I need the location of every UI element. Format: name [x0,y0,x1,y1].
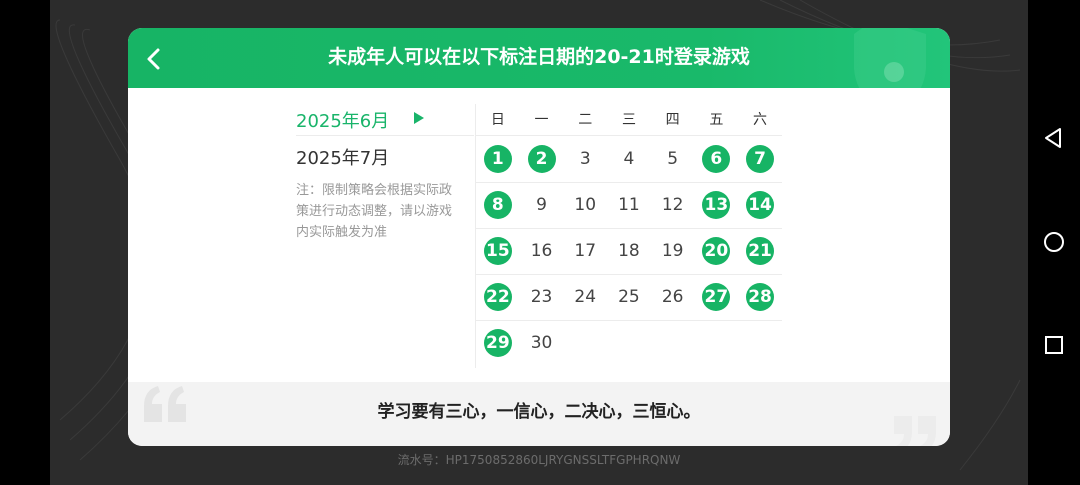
triangle-back-icon [1045,128,1061,148]
calendar-day: 9 [536,195,547,215]
calendar-day-allowed: 28 [746,283,775,311]
calendar-day-allowed: 27 [702,283,731,311]
calendar-day: 10 [574,195,597,215]
calendar-day-allowed: 6 [702,145,731,173]
calendar-day-allowed: 22 [483,283,512,311]
dialog-title: 未成年人可以在以下标注日期的20-21时登录游戏 [328,46,750,68]
calendar-day-allowed: 20 [702,237,731,265]
system-navigation-bar [1028,0,1080,485]
current-month-label: 2025年6月 [296,111,390,132]
left-screen-edge [0,0,50,485]
calendar-day-allowed: 1 [483,145,512,173]
calendar-day-allowed: 8 [483,191,512,219]
calendar-day-allowed: 2 [527,145,556,173]
calendar-day: 17 [574,241,597,261]
calendar-row-divider [476,182,782,183]
month-selector-current[interactable]: 2025年6月 [296,102,474,136]
calendar-day: 24 [574,287,597,307]
calendar-day-allowed: 14 [746,191,775,219]
quote-bar: 学习要有三心，一信心，二决心，三恒心。 [128,382,950,446]
weekday-label: 五 [709,112,724,128]
nav-back-button[interactable] [1040,124,1068,152]
calendar-day-allowed: 15 [483,237,512,265]
calendar-day: 11 [618,195,640,215]
calendar-day-allowed: 21 [746,237,775,265]
circle-home-icon [1044,232,1064,252]
calendar-days-grid: 1 2 3 4 5 6 7 8 9 10 11 12 13 14 15 16 17 18 19 20 21 22 23 24 2… [476,136,782,368]
dialog-header: 未成年人可以在以下标注日期的20-21时登录游戏 [128,28,950,88]
calendar-day-allowed: 29 [483,329,512,357]
close-quote-icon [894,416,936,446]
weekday-label: 日 [490,112,505,128]
policy-note: 注：限制策略会根据实际政策进行动态调整，请以游戏内实际触发为准 [296,183,453,240]
calendar-day: 19 [661,241,684,261]
calendar-day: 4 [623,149,635,169]
serial-number: 流水号：HP1750852860LJRYGNSSLTFGPHRQNW [397,453,681,467]
nav-home-button[interactable] [1040,228,1068,256]
weekday-label: 四 [665,112,680,128]
calendar-day: 23 [530,287,553,307]
calendar-day: 5 [667,149,679,169]
calendar-day: 12 [661,195,684,215]
weekday-label: 一 [534,112,549,128]
play-triangle-icon [414,112,424,124]
motto-text: 学习要有三心，一信心，二决心，三恒心。 [377,402,701,422]
calendar-day: 25 [618,287,640,307]
calendar-day: 3 [579,149,591,169]
weekday-label: 三 [621,112,636,128]
weekday-label: 二 [578,112,593,128]
calendar-day-allowed: 13 [702,191,731,219]
calendar-row-divider [476,274,782,275]
calendar-row-divider [476,320,782,321]
calendar-day: 18 [618,241,640,261]
calendar-day-allowed: 7 [746,145,775,173]
calendar-day: 16 [530,241,553,261]
square-recents-icon [1045,336,1063,354]
calendar-row-divider [476,228,782,229]
calendar-day: 26 [661,287,684,307]
login-calendar-dialog: 未成年人可以在以下标注日期的20-21时登录游戏 2025年6月 2025年7月… [128,28,950,446]
weekday-header-row: 日一二三四五六 [476,104,782,136]
calendar-day: 30 [530,333,553,353]
weekday-label: 六 [753,112,768,128]
month-selector-next[interactable]: 2025年7月 [296,144,389,170]
nav-recents-button[interactable] [1040,331,1068,359]
